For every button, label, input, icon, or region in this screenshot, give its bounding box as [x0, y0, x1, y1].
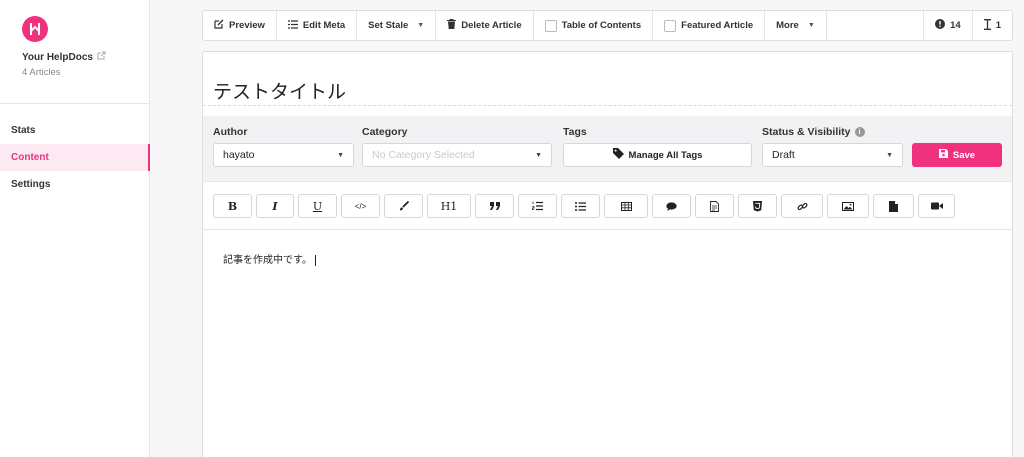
external-link-icon	[97, 51, 106, 63]
file-text-icon	[710, 200, 719, 212]
caret-down-icon: ▼	[807, 22, 815, 29]
sidebar: Your HelpDocs 4 Articles Stats Content S…	[0, 0, 150, 457]
cursor-counter[interactable]: 1	[973, 11, 1012, 40]
comment-button[interactable]	[652, 194, 691, 218]
status-label-wrap: Status & Visibility i	[762, 126, 865, 138]
article-title-input[interactable]: テストタイトル	[213, 77, 346, 104]
sidebar-item-content[interactable]: Content	[0, 144, 150, 171]
edit-meta-button[interactable]: Edit Meta	[277, 11, 358, 40]
info-circle-icon	[935, 19, 946, 32]
table-icon	[620, 201, 632, 211]
link-icon	[796, 201, 808, 212]
article-body-text: 記事を作成中です。	[223, 255, 312, 266]
html5-icon	[753, 200, 762, 212]
caret-down-icon: ▼	[886, 151, 893, 159]
document-button[interactable]	[695, 194, 734, 218]
trash-icon	[447, 19, 457, 32]
ordered-list-icon	[532, 201, 543, 211]
status-select[interactable]: Draft ▼	[762, 143, 903, 167]
article-toolbar: Preview Edit Meta Set Stale ▼ Delete Art…	[202, 10, 1013, 41]
ordered-list-button[interactable]	[518, 194, 557, 218]
set-stale-dropdown[interactable]: Set Stale ▼	[357, 11, 437, 40]
manage-tags-button[interactable]: Manage All Tags	[563, 143, 752, 167]
brand-name: Your HelpDocs	[22, 51, 93, 63]
html-button[interactable]	[738, 194, 777, 218]
image-icon	[842, 201, 854, 211]
toc-label: Table of Contents	[561, 20, 642, 31]
save-button[interactable]: Save	[912, 143, 1002, 167]
link-button[interactable]	[781, 194, 823, 218]
caret-down-icon: ▼	[337, 151, 344, 159]
category-label: Category	[362, 126, 408, 138]
video-button[interactable]	[918, 194, 955, 218]
paint-brush-icon	[399, 201, 409, 211]
caret-down-icon: ▼	[417, 22, 425, 29]
category-placeholder: No Category Selected	[372, 149, 475, 161]
brush-button[interactable]	[384, 194, 423, 218]
comment-icon	[666, 201, 677, 211]
caret-down-icon: ▼	[535, 151, 542, 159]
floppy-disk-icon	[938, 149, 948, 161]
more-dropdown[interactable]: More ▼	[765, 11, 827, 40]
preview-button[interactable]: Preview	[203, 11, 277, 40]
article-body-editor[interactable]: 記事を作成中です。	[223, 251, 316, 266]
format-toolbar: B I U </> H1	[203, 183, 1012, 230]
file-icon	[889, 200, 898, 212]
article-editor-card: テストタイトル Author hayato ▼ Category No Cate…	[202, 51, 1013, 457]
featured-checkbox[interactable]	[664, 19, 677, 32]
sidebar-item-stats[interactable]: Stats	[0, 117, 150, 144]
status-value: Draft	[772, 149, 795, 161]
title-divider	[203, 105, 1012, 106]
set-stale-label: Set Stale	[368, 20, 409, 31]
edit-icon	[214, 19, 224, 32]
info-count: 14	[950, 20, 961, 31]
helpdocs-logo-icon[interactable]	[22, 16, 48, 42]
article-count: 4 Articles	[22, 67, 61, 78]
delete-article-button[interactable]: Delete Article	[436, 11, 534, 40]
toc-checkbox[interactable]	[544, 19, 557, 32]
featured-toggle[interactable]: Featured Article	[653, 11, 766, 40]
table-button[interactable]	[604, 194, 648, 218]
delete-article-label: Delete Article	[461, 20, 522, 31]
file-button[interactable]	[873, 194, 914, 218]
author-select[interactable]: hayato ▼	[213, 143, 354, 167]
toolbar-spacer	[827, 11, 925, 40]
divider	[0, 103, 150, 104]
tag-icon	[612, 148, 624, 162]
video-camera-icon	[930, 202, 943, 210]
cursor-count: 1	[995, 20, 1001, 31]
info-icon[interactable]: i	[854, 127, 865, 137]
code-button[interactable]: </>	[341, 194, 380, 218]
underline-button[interactable]: U	[298, 194, 337, 218]
bullet-list-icon	[575, 201, 586, 211]
toc-toggle[interactable]: Table of Contents	[534, 11, 654, 40]
bullet-list-button[interactable]	[561, 194, 600, 218]
featured-label: Featured Article	[681, 20, 754, 31]
category-select[interactable]: No Category Selected ▼	[362, 143, 552, 167]
bold-button[interactable]: B	[213, 194, 252, 218]
author-label: Author	[213, 126, 248, 138]
author-value: hayato	[223, 149, 255, 161]
quote-icon	[489, 202, 500, 210]
status-label: Status & Visibility	[762, 126, 851, 138]
edit-meta-label: Edit Meta	[302, 20, 346, 31]
manage-tags-label: Manage All Tags	[628, 149, 703, 161]
brand-link[interactable]: Your HelpDocs	[22, 51, 106, 63]
sidebar-nav: Stats Content Settings	[0, 117, 150, 198]
italic-button[interactable]: I	[256, 194, 294, 218]
text-caret	[315, 254, 316, 266]
info-counter[interactable]: 14	[924, 11, 973, 40]
list-icon	[287, 19, 298, 32]
preview-label: Preview	[229, 20, 265, 31]
text-cursor-icon	[983, 18, 991, 33]
image-button[interactable]	[827, 194, 869, 218]
tags-label: Tags	[563, 126, 587, 138]
sidebar-item-settings[interactable]: Settings	[0, 171, 150, 198]
heading-button[interactable]: H1	[427, 194, 471, 218]
meta-panel: Author hayato ▼ Category No Category Sel…	[203, 116, 1012, 182]
save-label: Save	[952, 149, 976, 161]
quote-button[interactable]	[475, 194, 514, 218]
more-label: More	[776, 20, 799, 31]
